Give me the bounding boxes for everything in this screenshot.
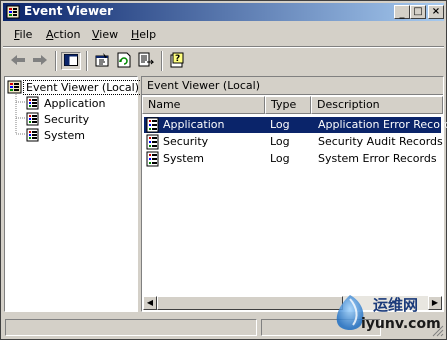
scroll-left-arrow-icon: ◀	[146, 298, 154, 307]
tree-item-label: Application	[44, 96, 106, 110]
close-icon: ×	[431, 6, 441, 17]
forward-button[interactable]	[30, 52, 50, 70]
menu-action[interactable]: Action	[46, 28, 80, 41]
scroll-left-button[interactable]: ◀	[143, 296, 157, 310]
menu-help[interactable]: Help	[131, 28, 156, 41]
tree-item-security[interactable]: Security	[26, 111, 91, 127]
row-description: Application Error Records	[318, 118, 447, 131]
menu-file[interactable]: File	[14, 28, 32, 41]
row-name: Security	[163, 135, 209, 148]
row-name: Application	[163, 118, 225, 131]
row-type: Log	[270, 152, 290, 165]
column-header-name[interactable]: Name	[142, 96, 265, 114]
tree-root-label: Event Viewer (Local)	[23, 79, 142, 95]
row-name: System	[163, 152, 205, 165]
export-list-button[interactable]	[136, 52, 156, 70]
row-description: Security Audit Records	[318, 135, 443, 148]
menu-bar: File Action View Help	[3, 25, 444, 45]
details-pane-header: Event Viewer (Local)	[142, 77, 443, 95]
refresh-icon	[117, 52, 131, 71]
properties-icon	[94, 52, 110, 70]
event-viewer-window: Event Viewer _ □ × File Action View Help	[0, 0, 447, 340]
export-list-icon	[138, 52, 155, 71]
show-hide-tree-icon	[64, 53, 78, 69]
details-pane-title: Event Viewer (Local)	[147, 79, 260, 92]
watermark-url: iyunv.com	[361, 316, 441, 332]
back-arrow-icon	[10, 54, 26, 69]
title-bar[interactable]: Event Viewer _ □ ×	[3, 3, 444, 21]
maximize-button[interactable]: □	[410, 5, 426, 19]
help-icon: ?	[169, 52, 185, 71]
forward-arrow-icon	[32, 54, 48, 69]
row-description: System Error Records	[318, 152, 437, 165]
column-header-type[interactable]: Type	[265, 96, 311, 114]
log-file-icon	[26, 112, 40, 126]
tree-item-root[interactable]: Event Viewer (Local)	[7, 79, 142, 95]
watermark: 运维网 iyunv.com	[321, 291, 445, 337]
properties-button[interactable]	[92, 52, 112, 70]
close-button[interactable]: ×	[428, 5, 444, 19]
show-hide-tree-button[interactable]	[61, 52, 81, 70]
minimize-icon: _	[399, 8, 405, 19]
tree-item-label: Security	[44, 112, 90, 126]
row-type: Log	[270, 135, 290, 148]
event-viewer-local-icon	[7, 80, 23, 94]
scroll-thumb[interactable]	[157, 296, 343, 310]
log-file-icon	[26, 128, 40, 142]
column-header-description[interactable]: Description	[311, 96, 443, 114]
log-file-icon	[146, 151, 160, 170]
back-button[interactable]	[8, 52, 28, 70]
menu-view[interactable]: View	[92, 28, 118, 41]
help-button[interactable]: ?	[167, 52, 187, 70]
status-panel-main	[5, 319, 257, 336]
tree-item-label: System	[44, 128, 86, 142]
toolbar-separator	[86, 51, 88, 71]
console-tree[interactable]: Event Viewer (Local) Application Securit…	[4, 76, 142, 312]
refresh-button[interactable]	[114, 52, 134, 70]
watermark-chinese-text: 运维网	[373, 296, 419, 314]
tree-item-system[interactable]: System	[26, 127, 87, 143]
event-viewer-app-icon	[6, 5, 20, 19]
table-row[interactable]: Security Log Security Audit Records	[144, 134, 443, 150]
row-type: Log	[270, 118, 290, 131]
svg-text:?: ?	[175, 54, 180, 64]
maximize-icon: □	[413, 6, 423, 17]
column-headers: Name Type Description	[142, 96, 443, 114]
window-title: Event Viewer	[24, 4, 114, 18]
details-pane: Event Viewer (Local) Name Type Descripti…	[141, 76, 447, 312]
table-row[interactable]: Application Log Application Error Record…	[144, 117, 447, 133]
toolbar-separator	[161, 51, 163, 71]
minimize-button[interactable]: _	[394, 5, 410, 19]
table-row[interactable]: System Log System Error Records	[144, 151, 441, 167]
toolbar: ?	[3, 48, 444, 74]
tree-item-application[interactable]: Application	[26, 95, 107, 111]
toolbar-separator	[55, 51, 57, 71]
log-file-icon	[26, 96, 40, 110]
